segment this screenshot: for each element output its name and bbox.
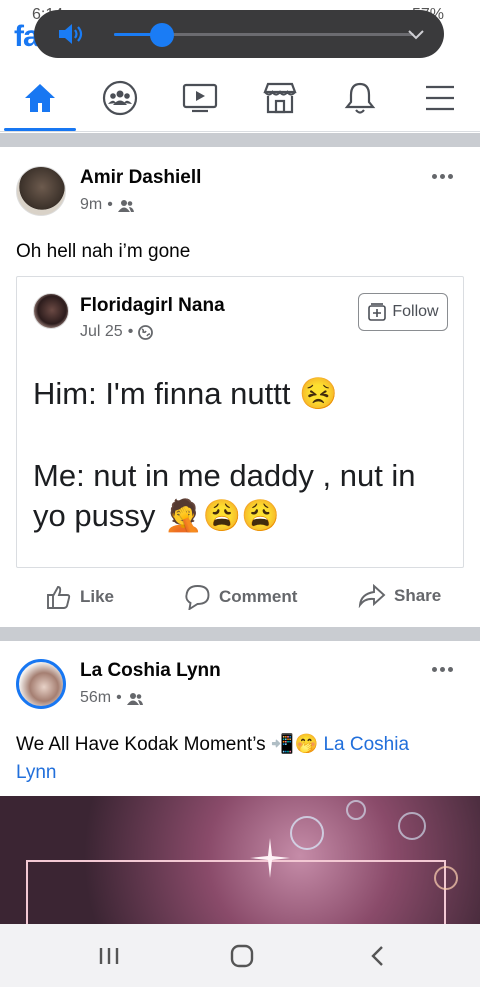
shared-line1: Him: I'm finna nuttt [33, 376, 291, 411]
tab-menu[interactable] [420, 78, 460, 118]
post-author-name[interactable]: La Coshia Lynn [80, 660, 221, 682]
shared-line3: yo pussy [33, 498, 156, 533]
thumbs-up-icon [47, 586, 71, 609]
bell-icon [344, 82, 376, 114]
volume-panel [34, 10, 444, 58]
comment-label: Comment [219, 587, 298, 606]
follow-icon [368, 303, 387, 321]
bubble-shape [434, 866, 458, 890]
post-image[interactable] [0, 796, 480, 926]
back-icon [371, 946, 383, 966]
emoji-phone-laugh: 📲🤭 [270, 734, 319, 755]
tab-marketplace[interactable] [260, 78, 300, 118]
more-options-icon[interactable] [432, 665, 456, 673]
like-button[interactable]: Like [46, 584, 114, 610]
image-frame [26, 860, 446, 926]
share-button[interactable]: Share [358, 584, 441, 608]
shared-text-line3: yo pussy 🤦😩😩 [33, 495, 280, 537]
tab-watch[interactable] [180, 78, 220, 118]
recent-apps-icon [99, 948, 119, 964]
shared-date[interactable]: Jul 25 [80, 323, 123, 341]
follow-label: Follow [392, 303, 439, 320]
mention-link-continued[interactable]: Lynn [16, 762, 57, 783]
meta-separator: • [116, 689, 122, 706]
chevron-down-icon[interactable] [406, 24, 426, 44]
emoji-facepalm: 🤦😩😩 [163, 498, 280, 533]
volume-thumb[interactable] [150, 23, 174, 47]
post-meta: 56m • [80, 689, 143, 707]
meta-separator: • [127, 323, 134, 340]
comment-icon [185, 585, 210, 610]
shared-author-name[interactable]: Floridagirl Nana [80, 295, 225, 317]
tab-home[interactable] [20, 78, 60, 118]
nav-bar [0, 64, 480, 132]
shared-meta: Jul 25 • [80, 323, 154, 341]
emoji-persevering: 😣 [299, 376, 338, 411]
meta-separator: • [107, 196, 113, 213]
share-label: Share [394, 586, 442, 605]
feed-divider [0, 133, 480, 147]
volume-slider[interactable] [114, 23, 414, 47]
speaker-icon[interactable] [56, 22, 84, 46]
post-action-bar: Like Comment Share [0, 572, 480, 624]
share-icon [358, 584, 386, 608]
post-time[interactable]: 56m [80, 689, 111, 707]
globe-icon [138, 324, 154, 340]
follow-button[interactable]: Follow [358, 293, 448, 331]
menu-icon [426, 85, 454, 111]
tab-notifications[interactable] [340, 78, 380, 118]
shared-post-card[interactable]: Floridagirl Nana Jul 25 • Follow Him: I'… [16, 276, 464, 568]
avatar[interactable] [16, 166, 66, 216]
sparkle-icon [250, 838, 290, 878]
post-text: Oh hell nah i’m gone [16, 241, 191, 262]
more-options-icon[interactable] [432, 172, 456, 180]
avatar-story-ring[interactable] [16, 659, 66, 709]
shared-text-line2: Me: nut in me daddy , nut in [33, 458, 416, 493]
like-label: Like [80, 587, 115, 606]
friends-icon [117, 199, 134, 212]
post-text-body: We All Have Kodak Moment’s [16, 734, 266, 755]
mention-link[interactable]: La Coshia [323, 734, 409, 755]
post-meta: 9m • [80, 196, 134, 214]
marketplace-icon [263, 82, 297, 114]
active-tab-indicator [4, 128, 76, 131]
bubble-shape [290, 816, 324, 850]
avatar[interactable] [33, 293, 69, 329]
recent-apps-button[interactable] [94, 942, 124, 970]
post-time[interactable]: 9m [80, 196, 102, 214]
feed-divider [0, 627, 480, 641]
shared-text-line1: Him: I'm finna nuttt 😣 [33, 373, 338, 415]
bubble-shape [398, 812, 426, 840]
groups-icon [102, 80, 138, 116]
system-navigation-bar [0, 924, 480, 987]
watch-icon [182, 83, 218, 113]
bubble-shape [346, 800, 366, 820]
home-button[interactable] [227, 942, 257, 970]
post-author-name[interactable]: Amir Dashiell [80, 167, 201, 189]
comment-button[interactable]: Comment [184, 584, 297, 610]
home-icon [25, 84, 55, 112]
back-button[interactable] [362, 942, 392, 970]
friends-icon [126, 692, 143, 705]
tab-groups[interactable] [100, 78, 140, 118]
home-circle-icon [230, 944, 254, 968]
post-text: We All Have Kodak Moment’s 📲🤭 La Coshia … [16, 731, 466, 787]
